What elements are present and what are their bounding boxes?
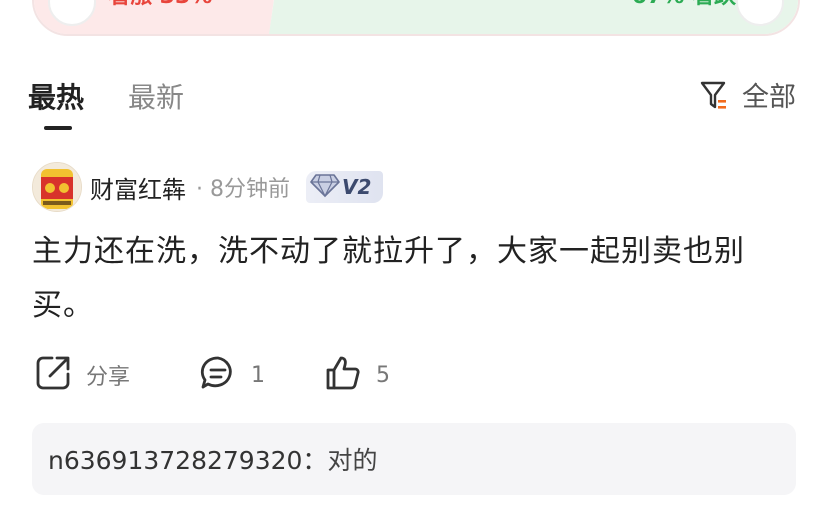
filter-label: 全部 — [742, 82, 796, 113]
post-time: · 8分钟前 — [196, 171, 290, 203]
post-author-row: 财富红犇 · 8分钟前 V2 — [32, 162, 384, 212]
share-label: 分享 — [86, 365, 131, 390]
comment-icon — [199, 354, 237, 396]
vote-up-label: 看涨 33% — [108, 0, 212, 8]
comment-button[interactable]: 1 — [199, 354, 324, 396]
reply-username[interactable]: n636913728279320： — [48, 441, 327, 477]
level-badge: V2 — [306, 171, 384, 203]
filter-button[interactable]: 全部 — [700, 80, 796, 116]
like-button[interactable]: 5 — [324, 354, 390, 396]
author-name[interactable]: 财富红犇 — [90, 170, 186, 205]
vote-up-button[interactable] — [48, 0, 96, 26]
share-icon — [34, 354, 72, 396]
tab-hottest[interactable]: 最热 — [28, 80, 84, 130]
reply-text: 对的 — [327, 446, 378, 475]
sort-tabs: 最热 最新 — [28, 80, 184, 130]
post-actions: 分享 1 5 — [34, 354, 390, 396]
tab-latest[interactable]: 最新 — [128, 80, 184, 116]
like-count: 5 — [376, 362, 390, 388]
level-text: V2 — [342, 175, 372, 199]
reply-preview[interactable]: n636913728279320： 对的 — [32, 423, 796, 495]
diamond-icon — [310, 172, 340, 202]
vote-down-button[interactable] — [736, 0, 784, 26]
avatar[interactable] — [32, 162, 82, 212]
post-content: 主力还在洗，洗不动了就拉升了，大家一起别卖也别买。 — [32, 234, 745, 323]
vote-up-segment[interactable]: 看涨 33% — [34, 0, 279, 34]
thumbs-up-icon — [324, 354, 362, 396]
vote-down-label: 67% 看跌 — [632, 0, 736, 8]
time-separator: · — [196, 177, 203, 202]
sentiment-vote-bar: 看涨 33% 67% 看跌 — [32, 0, 800, 36]
time-value: 8分钟前 — [210, 177, 290, 202]
vote-down-segment[interactable]: 67% 看跌 — [269, 0, 798, 34]
comment-count: 1 — [251, 362, 265, 388]
share-button[interactable]: 分享 — [34, 354, 199, 396]
filter-icon — [700, 80, 728, 116]
